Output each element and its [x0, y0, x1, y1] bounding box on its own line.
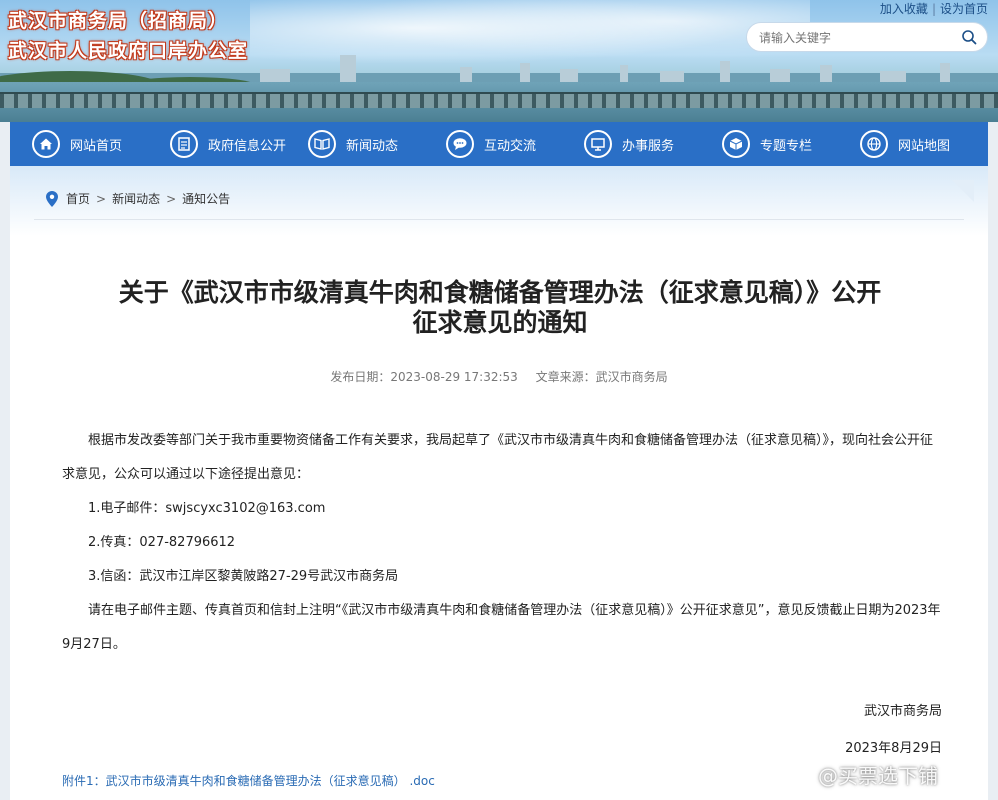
header-banner: 武汉市商务局（招商局） 武汉市人民政府口岸办公室 加入收藏 | 设为首页: [0, 0, 998, 122]
nav-label: 专题专栏: [760, 138, 813, 154]
nav-label: 网站首页: [70, 138, 123, 154]
breadcrumb-notices[interactable]: 通知公告: [182, 190, 230, 207]
breadcrumb-separator-icon: >: [96, 191, 107, 206]
breadcrumb: 首页 > 新闻动态 > 通知公告: [46, 190, 230, 207]
contact-email: 1.电子邮件：swjscyxc3102@163.com: [88, 501, 326, 516]
search-input[interactable]: [757, 28, 961, 48]
search-icon[interactable]: [961, 29, 977, 45]
globe-icon: [860, 130, 888, 158]
location-pin-icon: [46, 190, 58, 207]
book-icon: [308, 130, 336, 158]
office-name: 武汉市人民政府口岸办公室: [8, 40, 249, 62]
breadcrumb-divider: [34, 219, 964, 220]
signature: 武汉市商务局: [863, 704, 942, 719]
breadcrumb-separator-icon: >: [166, 191, 177, 206]
add-favorite-link[interactable]: 加入收藏: [876, 2, 932, 16]
article-title-line1: 关于《武汉市市级清真牛肉和食糖储备管理办法（征求意见稿）》公开: [118, 278, 882, 307]
watermark-text: @买票选下铺: [818, 764, 938, 788]
content-panel: 首页 > 新闻动态 > 通知公告 关于《武汉市市级清真牛肉和食糖储备管理办法（征…: [10, 166, 988, 800]
contact-fax: 2.传真：027-82796612: [88, 535, 236, 550]
closing-paragraph: 请在电子邮件主题、传真首页和信封上注明“《武汉市市级清真牛肉和食糖储备管理办法（…: [62, 603, 941, 652]
article-source: 文章来源：武汉市商务局: [535, 370, 668, 384]
contact-letter: 3.信函：武汉市江岸区黎黄陂路27-29号武汉市商务局: [88, 569, 399, 584]
main-nav: 网站首页 政府信息公开 新闻动态 互动交流 办事服务 专题专栏 网站地图: [10, 122, 988, 166]
breadcrumb-home[interactable]: 首页: [66, 190, 90, 207]
nav-news[interactable]: 新闻动态: [308, 128, 398, 160]
attachment-link[interactable]: 附件1：武汉市市级清真牛肉和食糖储备管理办法（征求意见稿） .doc: [62, 772, 435, 789]
nav-label: 互动交流: [484, 138, 537, 154]
bridge: [0, 92, 998, 108]
nav-interaction[interactable]: 互动交流: [446, 128, 536, 160]
article-meta: 发布日期：2023-08-29 17:32:53 文章来源：武汉市商务局: [10, 368, 988, 385]
nav-services[interactable]: 办事服务: [584, 128, 674, 160]
chat-icon: [446, 130, 474, 158]
top-links: 加入收藏 | 设为首页: [876, 0, 992, 17]
nav-special[interactable]: 专题专栏: [722, 128, 812, 160]
signature-date: 2023年8月29日: [845, 741, 942, 756]
monitor-icon: [584, 130, 612, 158]
intro-paragraph: 根据市发改委等部门关于我市重要物资储备工作有关要求，我局起草了《武汉市市级清真牛…: [62, 433, 934, 482]
home-icon: [32, 130, 60, 158]
org-name: 武汉市商务局（招商局）: [8, 10, 229, 32]
corner-decoration: [952, 180, 974, 202]
publish-date: 发布日期：2023-08-29 17:32:53: [330, 370, 518, 384]
nav-gov-info[interactable]: 政府信息公开: [170, 128, 286, 160]
article-body: 根据市发改委等部门关于我市重要物资储备工作有关要求，我局起草了《武汉市市级清真牛…: [62, 424, 942, 662]
nav-label: 办事服务: [622, 138, 675, 154]
document-icon: [170, 130, 198, 158]
article-title-line2: 征求意见的通知: [412, 308, 588, 337]
nav-label: 新闻动态: [346, 138, 399, 154]
breadcrumb-news[interactable]: 新闻动态: [112, 190, 160, 207]
box-icon: [722, 130, 750, 158]
nav-sitemap[interactable]: 网站地图: [860, 128, 950, 160]
nav-home[interactable]: 网站首页: [32, 128, 122, 160]
nav-label: 网站地图: [898, 138, 951, 154]
set-homepage-link[interactable]: 设为首页: [936, 2, 992, 16]
nav-label: 政府信息公开: [208, 138, 287, 154]
article-title: 关于《武汉市市级清真牛肉和食糖储备管理办法（征求意见稿）》公开 征求意见的通知: [50, 278, 950, 338]
search-box: [746, 22, 988, 52]
